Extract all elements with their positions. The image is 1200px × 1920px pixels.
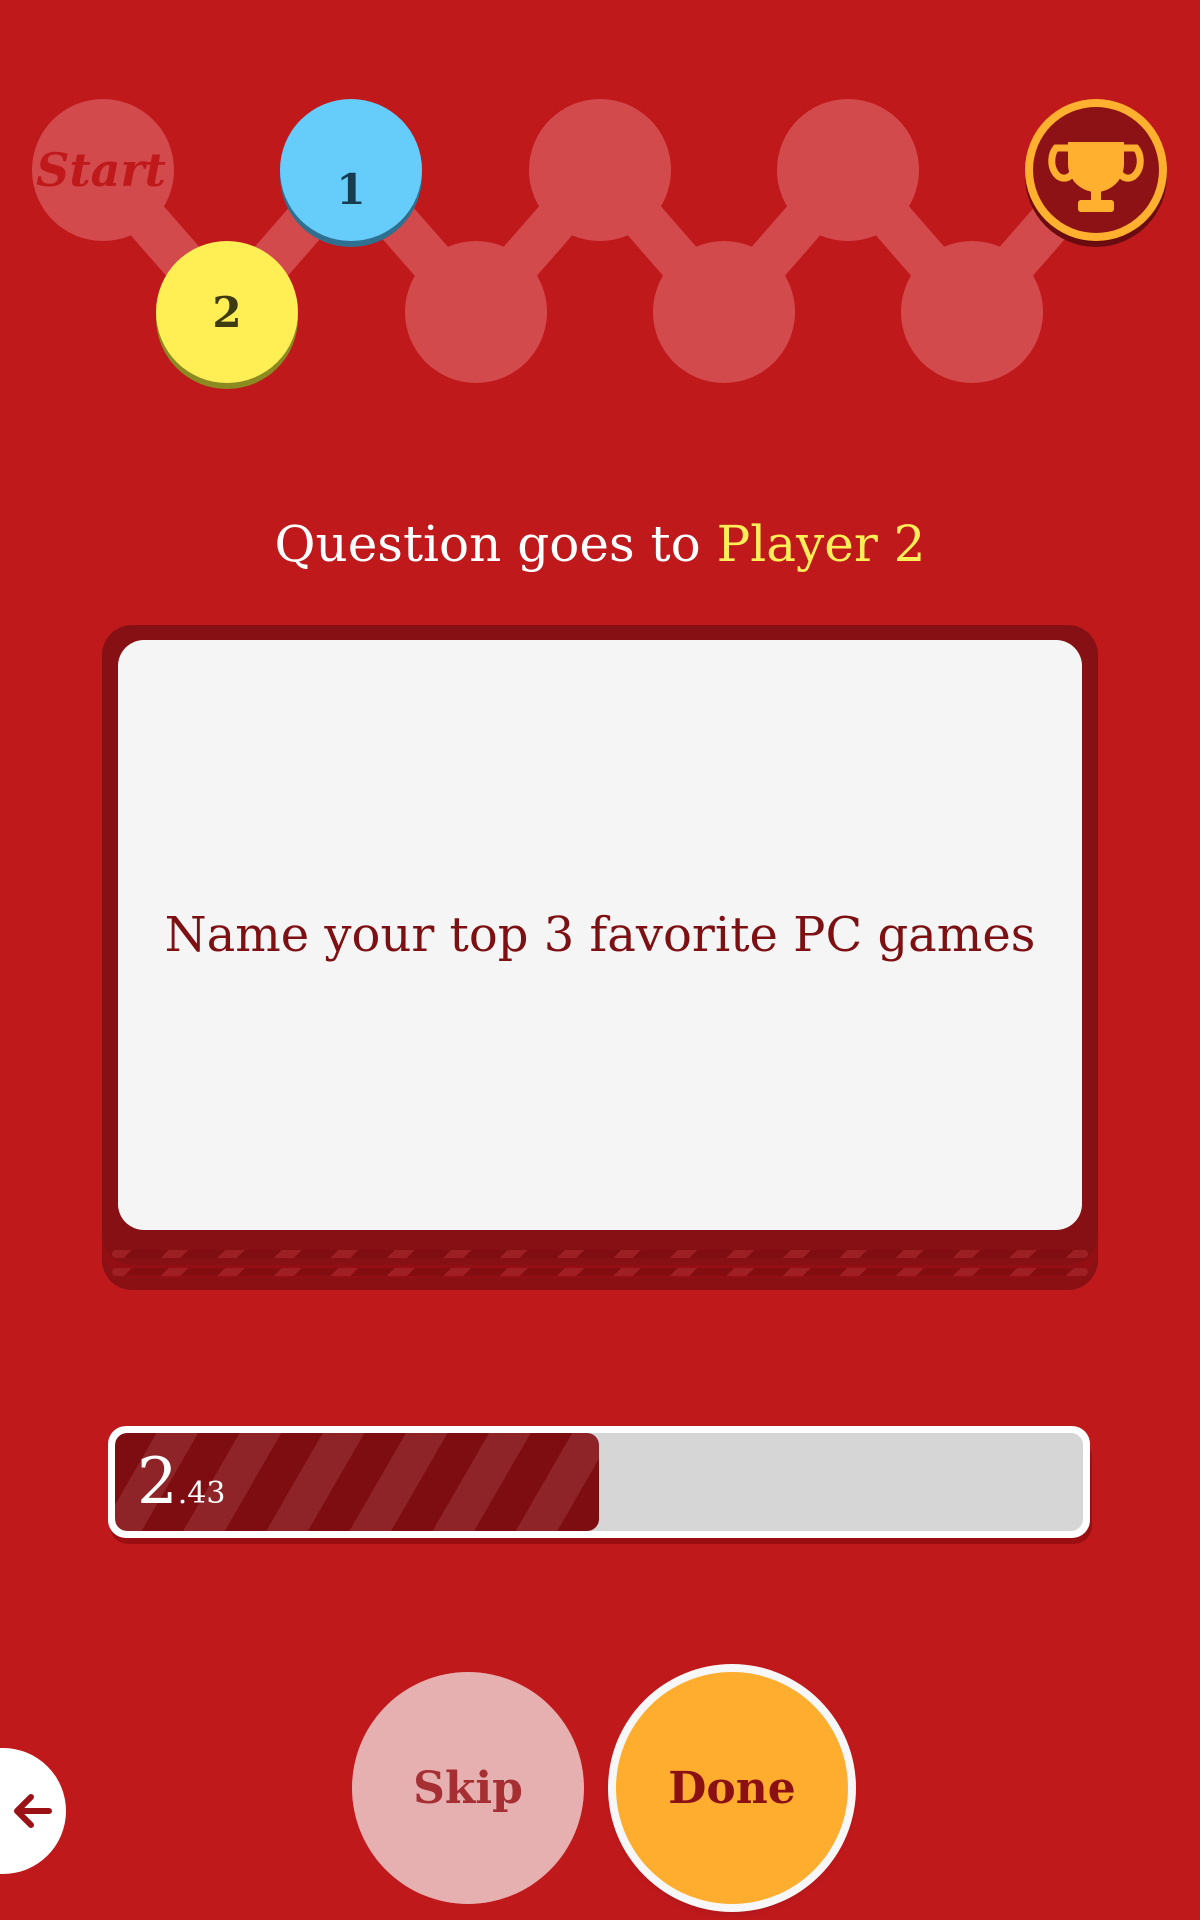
player-1-token: 1 [280,99,422,247]
board-space [405,241,547,383]
question-text: Name your top 3 favorite PC games [164,907,1036,963]
back-button[interactable] [0,1748,66,1874]
question-card: Name your top 3 favorite PC games [118,640,1082,1230]
skip-button[interactable]: Skip [352,1672,584,1904]
timer-value: 2.43 [137,1439,225,1531]
arrow-left-icon [14,1794,52,1828]
turn-heading: Question goes to Player 2 [0,515,1200,573]
turn-heading-prefix: Question goes to [274,515,701,573]
board-space [529,99,671,241]
timer-track: 2.43 [115,1433,1083,1531]
turn-heading-player: Player 2 [716,515,926,573]
skip-button-label: Skip [413,1762,523,1814]
done-button-label: Done [668,1762,796,1814]
player-2-token-label: 2 [212,288,241,337]
timer-value-fraction: .43 [177,1476,226,1511]
board-space [901,241,1043,383]
done-button[interactable]: Done [616,1672,848,1904]
game-board: Start 2 1 [32,99,1167,389]
board-space [653,241,795,383]
card-stack-edge [112,1268,1088,1276]
timer-value-main: 2 [137,1445,178,1519]
finish-space[interactable] [1025,99,1167,247]
board-space [777,99,919,241]
card-stack-edge [112,1250,1088,1258]
timer-bar: 2.43 [108,1426,1090,1538]
start-label: Start [36,143,166,197]
player-1-token-label: 1 [336,165,365,214]
player-2-token: 2 [156,241,298,389]
